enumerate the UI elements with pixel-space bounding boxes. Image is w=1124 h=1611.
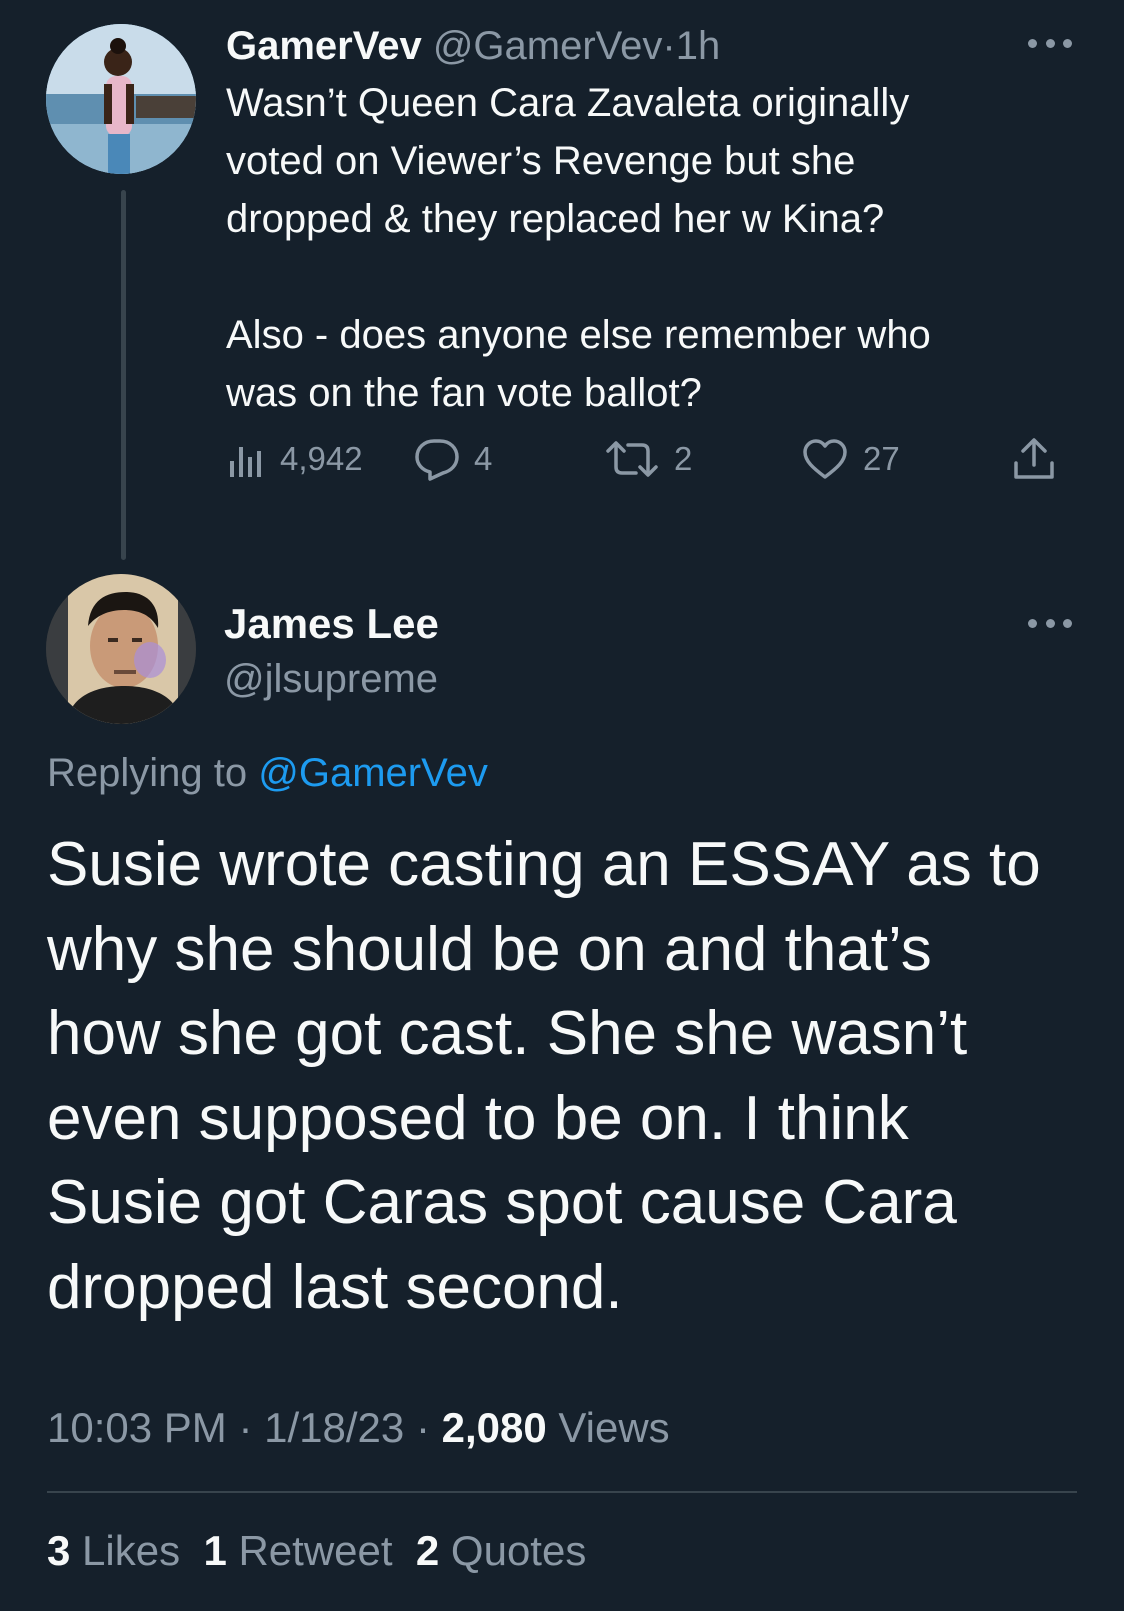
parent-separator: · <box>662 24 676 68</box>
retweet-count: 2 <box>674 440 693 477</box>
engagement-stats: 3 Likes 1 Retweet 2 Quotes <box>47 1523 586 1579</box>
reply-display-name[interactable]: James Lee <box>224 596 439 652</box>
likes-label: Likes <box>82 1527 181 1574</box>
more-icon[interactable] <box>1028 38 1072 48</box>
views-total: 2,080 <box>441 1404 547 1451</box>
like-icon <box>803 439 847 479</box>
reply-button[interactable]: 4 <box>414 434 492 484</box>
retweets-stat[interactable]: 1 Retweet <box>203 1527 392 1574</box>
divider <box>47 1491 1077 1493</box>
meta-separator: · <box>238 1404 253 1451</box>
avatar-gamervev[interactable] <box>46 24 196 174</box>
views-icon <box>230 447 261 477</box>
likes-count: 3 <box>47 1527 71 1574</box>
replying-to-link[interactable]: @GamerVev <box>258 751 488 795</box>
views-label: Views <box>558 1404 670 1451</box>
like-button[interactable]: 27 <box>801 434 900 484</box>
tweet-date[interactable]: 1/18/23 <box>264 1404 404 1451</box>
parent-tweet-header: GamerVev @GamerVev·1h <box>226 18 720 74</box>
parent-display-name[interactable]: GamerVev <box>226 24 422 68</box>
likes-stat[interactable]: 3 Likes <box>47 1527 180 1574</box>
avatar-jlsupreme[interactable] <box>46 574 196 724</box>
views-count: 4,942 <box>280 440 363 477</box>
quotes-label: Quotes <box>450 1527 587 1574</box>
reply-icon <box>415 439 459 481</box>
replying-to-label: Replying to <box>47 751 248 795</box>
avatar-image <box>46 574 196 724</box>
retweets-count: 1 <box>203 1527 227 1574</box>
tweet-meta: 10:03 PM · 1/18/23 · 2,080 Views <box>47 1400 670 1456</box>
like-count: 27 <box>863 440 900 477</box>
quotes-count: 2 <box>415 1527 440 1574</box>
parent-time[interactable]: 1h <box>676 24 721 68</box>
retweets-label: Retweet <box>238 1527 393 1574</box>
avatar-image <box>46 24 196 174</box>
reply-tweet-text: Susie wrote casting an ESSAY as to why s… <box>47 830 1041 1322</box>
retweet-button[interactable]: 2 <box>604 434 692 484</box>
thread-connector-line <box>121 190 126 560</box>
quotes-stat[interactable]: 2 Quotes <box>416 1527 586 1574</box>
meta-separator: · <box>415 1404 430 1451</box>
reply-count: 4 <box>474 440 493 477</box>
views-button[interactable]: 4,942 <box>226 434 363 484</box>
more-icon[interactable] <box>1028 618 1072 628</box>
parent-handle[interactable]: @GamerVev <box>433 24 663 68</box>
share-icon <box>1014 438 1054 479</box>
reply-handle[interactable]: @jlsupreme <box>224 651 438 707</box>
tweet-time[interactable]: 10:03 PM <box>47 1404 227 1451</box>
replying-to-line: Replying to @GamerVev <box>47 745 488 801</box>
retweet-icon <box>606 441 658 477</box>
parent-tweet-text: Wasn’t Queen Cara Zavaleta originally vo… <box>226 81 931 415</box>
share-button[interactable] <box>1011 434 1057 484</box>
